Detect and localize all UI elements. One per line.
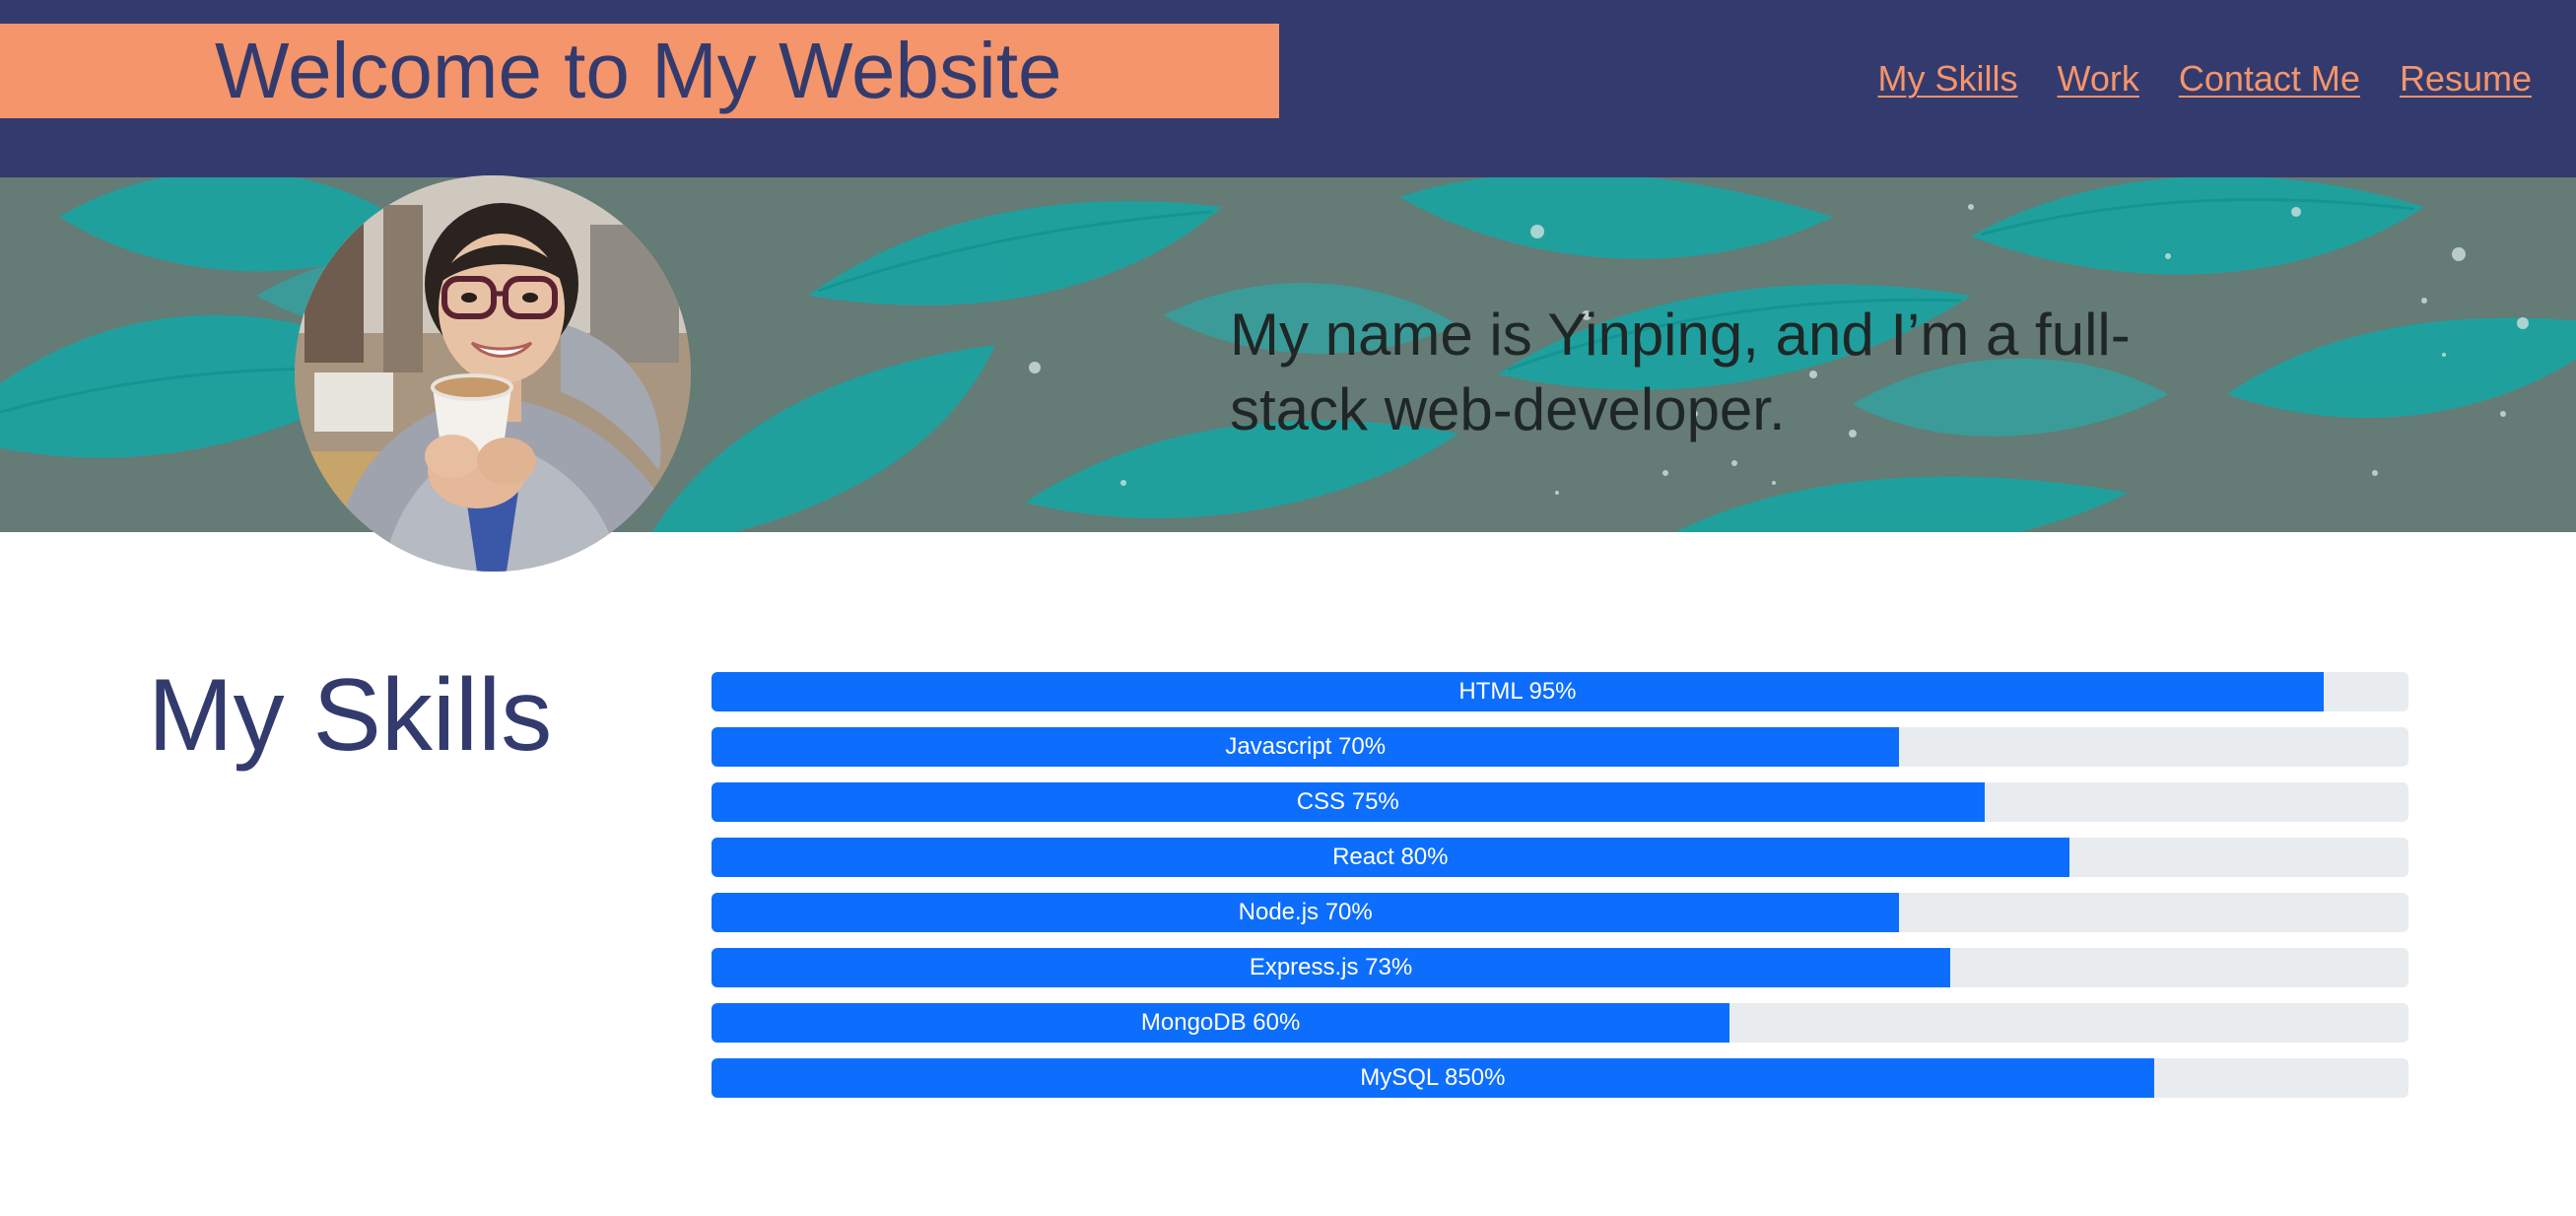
skill-label: Express.js 73% [1249,954,1413,980]
skills-progress-list: HTML 95% Javascript 70% CSS 75% React 80… [712,672,2408,1114]
skill-progress-fill: MySQL 850% [712,1058,2154,1098]
skill-label: Javascript 70% [1225,733,1387,760]
nav-link-work[interactable]: Work [2058,55,2139,102]
skill-progress-fill: React 80% [712,838,2069,877]
skill-progress-fill: MongoDB 60% [712,1003,1730,1043]
skill-progress-fill: Node.js 70% [712,893,1900,932]
skill-progress-react: React 80% [712,838,2408,877]
skill-label: CSS 75% [1296,788,1399,815]
skill-progress-fill: Javascript 70% [712,727,1900,767]
skill-progress-javascript: Javascript 70% [712,727,2408,767]
skill-progress-css: CSS 75% [712,782,2408,822]
nav-link-contact-me[interactable]: Contact Me [2179,55,2360,102]
nav-link-my-skills[interactable]: My Skills [1878,55,2018,102]
site-header: Welcome to My Website My Skills Work Con… [0,0,2576,177]
skill-progress-fill: Express.js 73% [712,948,1951,987]
skill-progress-nodejs: Node.js 70% [712,893,2408,932]
skill-progress-fill: HTML 95% [712,672,2324,711]
profile-photo [295,175,691,572]
hero-tagline: My name is Yinping, and I’m a full-stack… [1230,302,2131,442]
skill-label: React 80% [1332,844,1449,870]
nav-link-resume[interactable]: Resume [2400,55,2532,102]
site-title: Welcome to My Website [215,27,1062,114]
skill-label: Node.js 70% [1238,899,1373,925]
skill-progress-expressjs: Express.js 73% [712,948,2408,987]
skill-label: HTML 95% [1458,678,1577,705]
skill-label: MongoDB 60% [1140,1009,1301,1036]
main-nav: My Skills Work Contact Me Resume [1878,55,2532,102]
skill-progress-fill: CSS 75% [712,782,1985,822]
skill-progress-mongodb: MongoDB 60% [712,1003,2408,1043]
skill-progress-mysql: MySQL 850% [712,1058,2408,1098]
skill-label: MySQL 850% [1360,1064,1506,1091]
skill-progress-html: HTML 95% [712,672,2408,711]
skills-heading: My Skills [148,658,553,773]
